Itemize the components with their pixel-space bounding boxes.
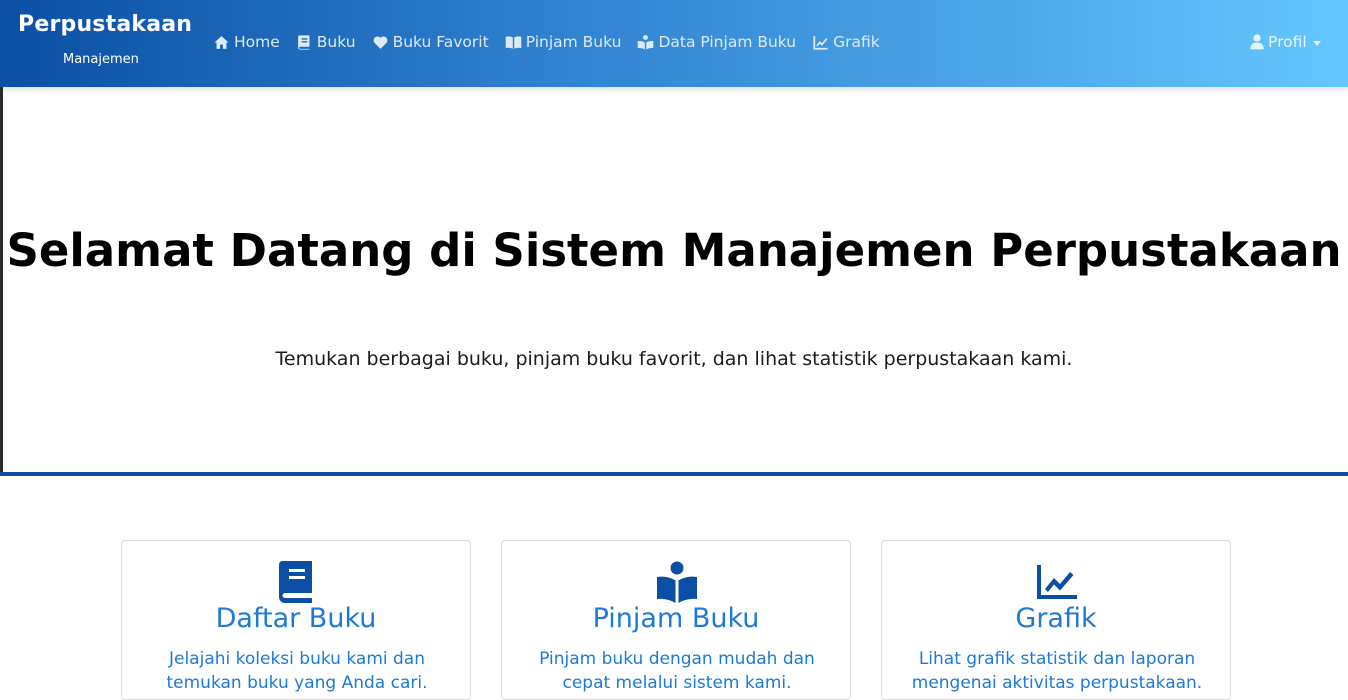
book-icon bbox=[297, 34, 310, 50]
card-pinjam-buku[interactable]: Pinjam Buku Pinjam buku dengan mudah dan… bbox=[501, 540, 851, 700]
nav-link-home[interactable]: Home bbox=[213, 30, 280, 54]
nav-link-data-pinjam-buku[interactable]: Data Pinjam Buku bbox=[637, 30, 796, 54]
card-grafik[interactable]: Grafik Lihat grafik statistik dan lapora… bbox=[881, 540, 1231, 700]
page-edge bbox=[0, 87, 3, 473]
home-icon bbox=[214, 35, 229, 49]
nav-links: Home Buku Buku Favorit Pinjam Buku Data … bbox=[213, 30, 896, 54]
chart-line-icon bbox=[1037, 561, 1077, 603]
card-title: Daftar Buku bbox=[215, 603, 377, 634]
navbar: Perpustakaan Manajemen Home Buku Buku Fa… bbox=[0, 0, 1348, 87]
user-icon bbox=[1250, 34, 1264, 50]
nav-link-label: Home bbox=[234, 33, 280, 51]
nav-link-label: Buku bbox=[316, 33, 356, 51]
nav-link-pinjam-buku[interactable]: Pinjam Buku bbox=[505, 30, 622, 54]
book-icon bbox=[277, 561, 317, 603]
brand[interactable]: Perpustakaan Manajemen bbox=[18, 10, 193, 67]
brand-title: Perpustakaan bbox=[18, 12, 193, 37]
card-title: Grafik bbox=[1015, 603, 1097, 634]
card-text: Jelajahi koleksi buku kami dan temukan b… bbox=[166, 649, 428, 693]
chart-line-icon bbox=[813, 35, 828, 50]
nav-link-label: Pinjam Buku bbox=[525, 33, 622, 51]
card-daftar-buku[interactable]: Daftar Buku Jelajahi koleksi buku kami d… bbox=[121, 540, 471, 700]
nav-link-grafik[interactable]: Grafik bbox=[812, 30, 880, 54]
nav-link-label: Grafik bbox=[833, 33, 880, 51]
card-title: Pinjam Buku bbox=[592, 603, 760, 634]
hero-subtitle: Temukan berbagai buku, pinjam buku favor… bbox=[275, 348, 1073, 370]
nav-link-label: Buku Favorit bbox=[392, 33, 489, 51]
hero-title: Selamat Datang di Sistem Manajemen Perpu… bbox=[6, 224, 1342, 277]
profile-label: Profil bbox=[1268, 33, 1307, 51]
nav-link-label: Data Pinjam Buku bbox=[658, 33, 797, 51]
nav-link-buku[interactable]: Buku bbox=[296, 30, 356, 54]
heart-icon bbox=[373, 35, 387, 49]
card-text: Lihat grafik statistik dan laporan menge… bbox=[911, 649, 1203, 693]
nav-link-buku-favorit[interactable]: Buku Favorit bbox=[372, 30, 489, 54]
open-book-icon bbox=[505, 35, 521, 49]
card-text: Pinjam buku dengan mudah dan cepat melal… bbox=[539, 649, 815, 693]
book-reader-icon bbox=[657, 561, 697, 603]
book-reader-icon bbox=[638, 34, 654, 50]
section-divider bbox=[0, 472, 1348, 476]
profile-dropdown[interactable]: Profil bbox=[1250, 30, 1321, 54]
chevron-down-icon bbox=[1312, 40, 1321, 46]
brand-subtitle: Manajemen bbox=[63, 52, 139, 67]
